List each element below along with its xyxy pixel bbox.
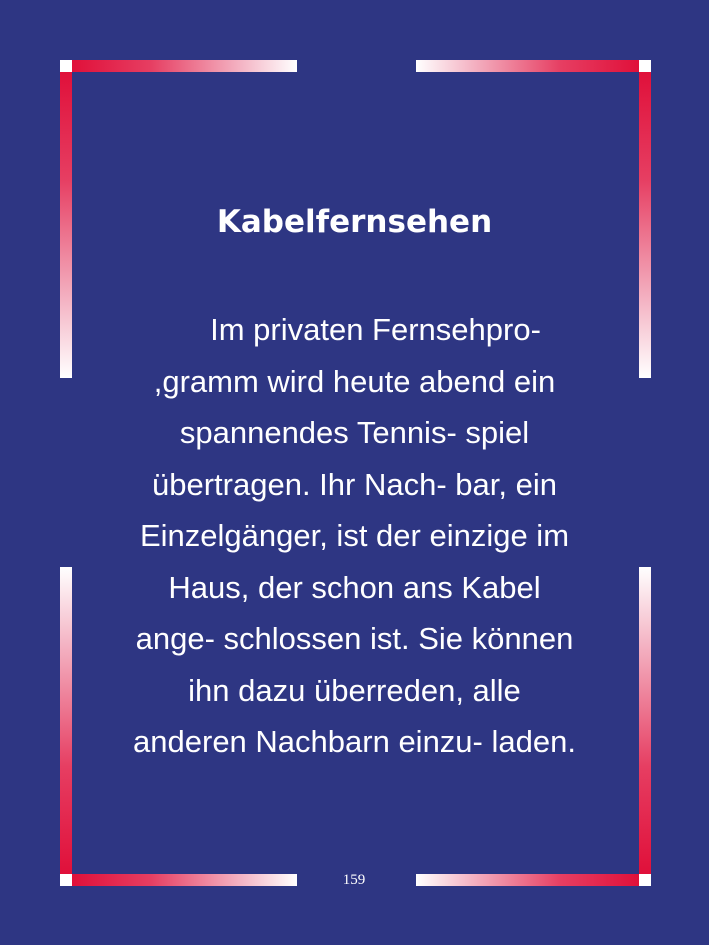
frame-top-left [72,60,297,72]
corner-bottom-right [639,874,651,886]
frame-bottom-left [72,874,297,886]
frame-bottom-right [416,874,639,886]
body-line: ihn dazu überreden, alle [188,672,521,708]
body-line: Haus, der schon ans Kabel [168,569,541,605]
frame-top-right [416,60,639,72]
body-line: ange- schlossen ist. Sie können [135,621,574,656]
corner-bottom-left [60,874,72,886]
card-title: Kabelfernsehen [216,204,493,240]
body-line: anderen Nachbarn einzu- laden. [133,724,576,759]
page-number: 159 [342,872,366,888]
body-line: Im privaten Fernsehpro- [210,312,541,347]
body-line: übertragen. Ihr Nach- bar, ein [152,466,557,502]
frame-left-bottom [60,567,72,874]
corner-top-right [639,60,651,72]
corner-top-left [60,60,72,72]
frame-right-bottom [639,567,651,874]
body-line: spannendes Tennis- spiel [179,415,530,450]
body-line: Einzelgänger, ist der einzige im [139,518,570,553]
card-body: Im privaten Fernsehpro- ,gramm wird heut… [90,304,619,768]
body-line: ,gramm wird heute abend ein [153,363,556,399]
card: Kabelfernsehen Im privaten Fernsehpro- ,… [0,0,709,945]
